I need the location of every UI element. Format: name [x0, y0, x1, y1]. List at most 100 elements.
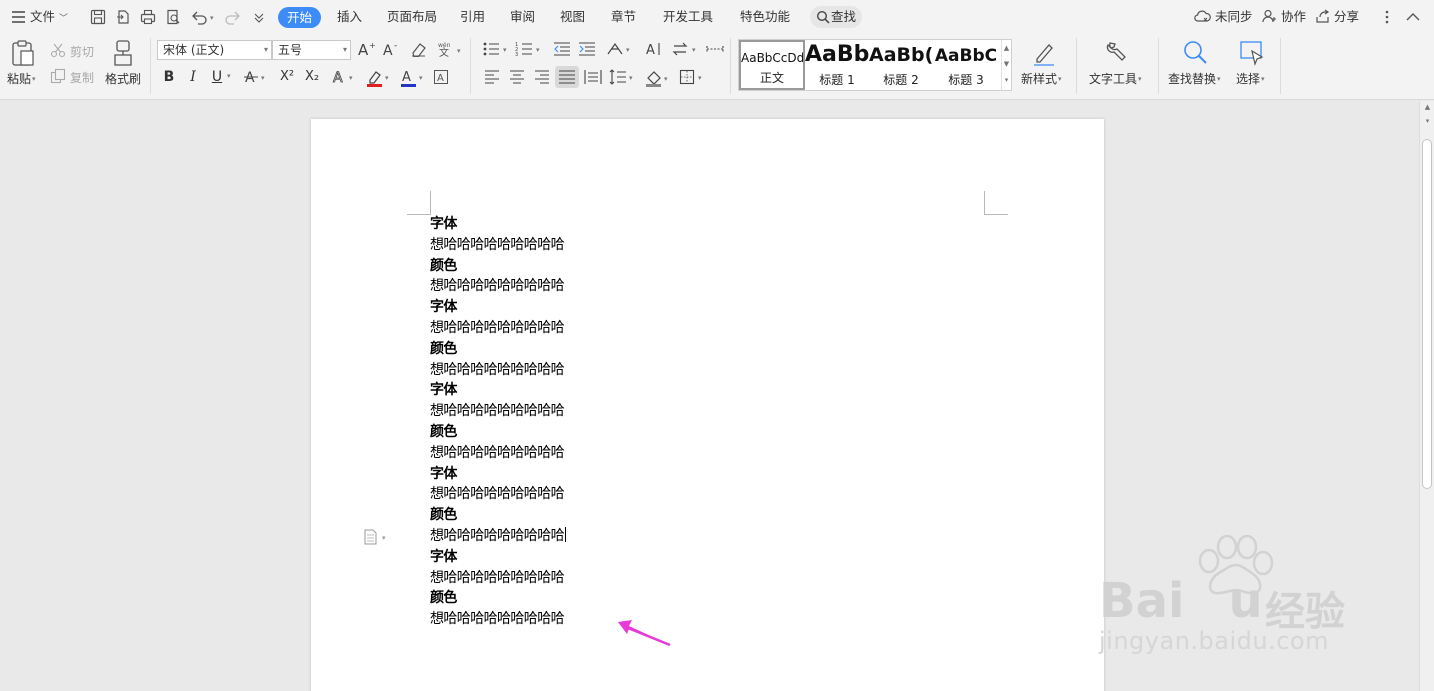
search-box[interactable]: 查找: [810, 6, 862, 28]
pinyin-guide-icon[interactable]: wén 文 ▾: [437, 41, 467, 57]
body-line[interactable]: 想哈哈哈哈哈哈哈哈哈: [430, 276, 565, 296]
share-button[interactable]: 分享: [1315, 0, 1359, 34]
heading-line[interactable]: 颜色: [430, 256, 457, 276]
brush-icon[interactable]: [111, 39, 135, 67]
more-icon[interactable]: [1378, 8, 1396, 26]
body-line[interactable]: 想哈哈哈哈哈哈哈哈哈: [430, 526, 566, 546]
underline-button[interactable]: U: [209, 68, 225, 86]
subscript-button[interactable]: X₂: [302, 68, 322, 86]
tab-special-features[interactable]: 特色功能: [740, 0, 790, 34]
shading-icon[interactable]: ▾: [645, 69, 673, 87]
char-border-icon[interactable]: A: [433, 69, 449, 85]
export-pdf-icon[interactable]: [114, 8, 132, 26]
tab-review[interactable]: 审阅: [510, 0, 535, 34]
new-style-button[interactable]: 新样式▾: [1021, 70, 1062, 87]
chinese-layout-icon[interactable]: ▾: [606, 41, 636, 57]
find-replace-icon[interactable]: [1182, 39, 1208, 67]
save-icon[interactable]: [89, 8, 107, 26]
copy-button[interactable]: 复制: [70, 69, 94, 86]
scroll-split-handle[interactable]: ▾: [1423, 117, 1432, 125]
body-line[interactable]: 想哈哈哈哈哈哈哈哈哈: [430, 318, 565, 338]
body-line[interactable]: 想哈哈哈哈哈哈哈哈哈: [430, 235, 565, 255]
underline-dropdown[interactable]: ▾: [227, 72, 231, 80]
cut-button[interactable]: 剪切: [70, 43, 94, 60]
heading-line[interactable]: 颜色: [430, 588, 457, 608]
text-direction-icon[interactable]: A: [645, 41, 663, 57]
scroll-up-arrow[interactable]: ▲: [1423, 103, 1432, 111]
font-size-select[interactable]: 五号 ▾: [272, 40, 351, 60]
tab-home[interactable]: 开始: [278, 7, 321, 28]
bold-button[interactable]: B: [161, 68, 177, 86]
print-icon[interactable]: [139, 8, 157, 26]
strikethrough-icon[interactable]: A ▾: [244, 68, 270, 86]
heading-line[interactable]: 字体: [430, 464, 457, 484]
tab-view[interactable]: 视图: [560, 0, 585, 34]
collaborate-button[interactable]: 协作: [1262, 0, 1306, 34]
font-name-select[interactable]: 宋体 (正文) ▾: [157, 40, 272, 60]
select-button[interactable]: 选择▾: [1236, 70, 1265, 87]
grow-font-icon[interactable]: A +: [358, 41, 376, 57]
redo-icon[interactable]: [224, 8, 242, 26]
customize-quickbar-icon[interactable]: [250, 8, 268, 26]
text-tools-button[interactable]: 文字工具▾: [1089, 70, 1142, 87]
tab-insert[interactable]: 插入: [337, 0, 362, 34]
style-heading-3[interactable]: AaBbC 标题 3: [933, 40, 999, 90]
gallery-scroll[interactable]: ▲ ▼ ▾: [1001, 40, 1011, 90]
heading-line[interactable]: 颜色: [430, 422, 457, 442]
doc-icon[interactable]: ▾: [363, 529, 393, 545]
heading-line[interactable]: 颜色: [430, 505, 457, 525]
heading-line[interactable]: 字体: [430, 547, 457, 567]
heading-line[interactable]: 颜色: [430, 339, 457, 359]
text-tools-icon[interactable]: [1104, 39, 1130, 67]
text-effect-icon[interactable]: A ▾: [332, 68, 358, 86]
increase-indent-icon[interactable]: [578, 41, 596, 57]
bullet-list-icon[interactable]: ▾: [482, 41, 512, 57]
clear-format-icon[interactable]: [410, 41, 428, 57]
sync-status[interactable]: 未同步: [1194, 0, 1253, 34]
body-line[interactable]: 想哈哈哈哈哈哈哈哈哈: [430, 484, 565, 504]
body-line[interactable]: 想哈哈哈哈哈哈哈哈哈: [430, 401, 565, 421]
format-painter-button[interactable]: 格式刷: [105, 70, 141, 87]
style-normal[interactable]: AaBbCcDd 正文: [739, 40, 805, 90]
font-color-icon[interactable]: A ▾: [400, 68, 428, 88]
copy-icon[interactable]: [50, 68, 66, 84]
align-left-icon[interactable]: [484, 69, 500, 85]
vertical-scrollbar[interactable]: ▲ ▾: [1419, 101, 1434, 691]
style-heading-1[interactable]: AaBb 标题 1: [805, 40, 869, 90]
shrink-font-icon[interactable]: A-: [383, 41, 401, 57]
select-icon[interactable]: [1239, 39, 1265, 67]
file-menu[interactable]: 文件 ﹀: [30, 0, 68, 34]
body-line[interactable]: 想哈哈哈哈哈哈哈哈哈: [430, 568, 565, 588]
cut-icon[interactable]: [50, 42, 66, 58]
line-spacing-icon[interactable]: ▾: [609, 69, 637, 85]
borders-icon[interactable]: ▾: [679, 69, 707, 85]
paste-button[interactable]: 粘贴▾: [7, 70, 36, 87]
distributed-align-icon[interactable]: [584, 69, 602, 85]
align-center-icon[interactable]: [509, 69, 525, 85]
scroll-thumb[interactable]: [1422, 139, 1432, 489]
body-line[interactable]: 想哈哈哈哈哈哈哈哈哈: [430, 360, 565, 380]
style-heading-2[interactable]: AaBb( 标题 2: [869, 40, 933, 90]
tab-references[interactable]: 引用: [460, 0, 485, 34]
menu-icon[interactable]: [10, 8, 28, 26]
heading-line[interactable]: 字体: [430, 214, 457, 234]
tab-page-layout[interactable]: 页面布局: [387, 0, 437, 34]
decrease-indent-icon[interactable]: [553, 41, 571, 57]
collapse-icon[interactable]: [1404, 8, 1422, 26]
sort-icon[interactable]: ▾: [672, 41, 702, 57]
print-preview-icon[interactable]: [164, 8, 182, 26]
tab-developer[interactable]: 开发工具: [663, 0, 713, 34]
paste-icon[interactable]: [10, 39, 36, 67]
undo-icon[interactable]: ▾: [190, 8, 216, 26]
align-right-icon[interactable]: [534, 69, 550, 85]
numbered-list-icon[interactable]: 1 2 3 ▾: [515, 41, 545, 57]
justify-button[interactable]: [555, 66, 579, 88]
superscript-button[interactable]: X²: [277, 68, 297, 86]
heading-line[interactable]: 字体: [430, 297, 457, 317]
heading-line[interactable]: 字体: [430, 380, 457, 400]
body-line[interactable]: 想哈哈哈哈哈哈哈哈哈: [430, 609, 565, 629]
document-page[interactable]: 字体 想哈哈哈哈哈哈哈哈哈 颜色 想哈哈哈哈哈哈哈哈哈 字体 想哈哈哈哈哈哈哈哈哈 颜色 想哈…: [311, 119, 1104, 691]
body-line[interactable]: 想哈哈哈哈哈哈哈哈哈: [430, 443, 565, 463]
show-marks-icon[interactable]: [705, 41, 725, 57]
highlight-icon[interactable]: ▾: [366, 68, 394, 88]
